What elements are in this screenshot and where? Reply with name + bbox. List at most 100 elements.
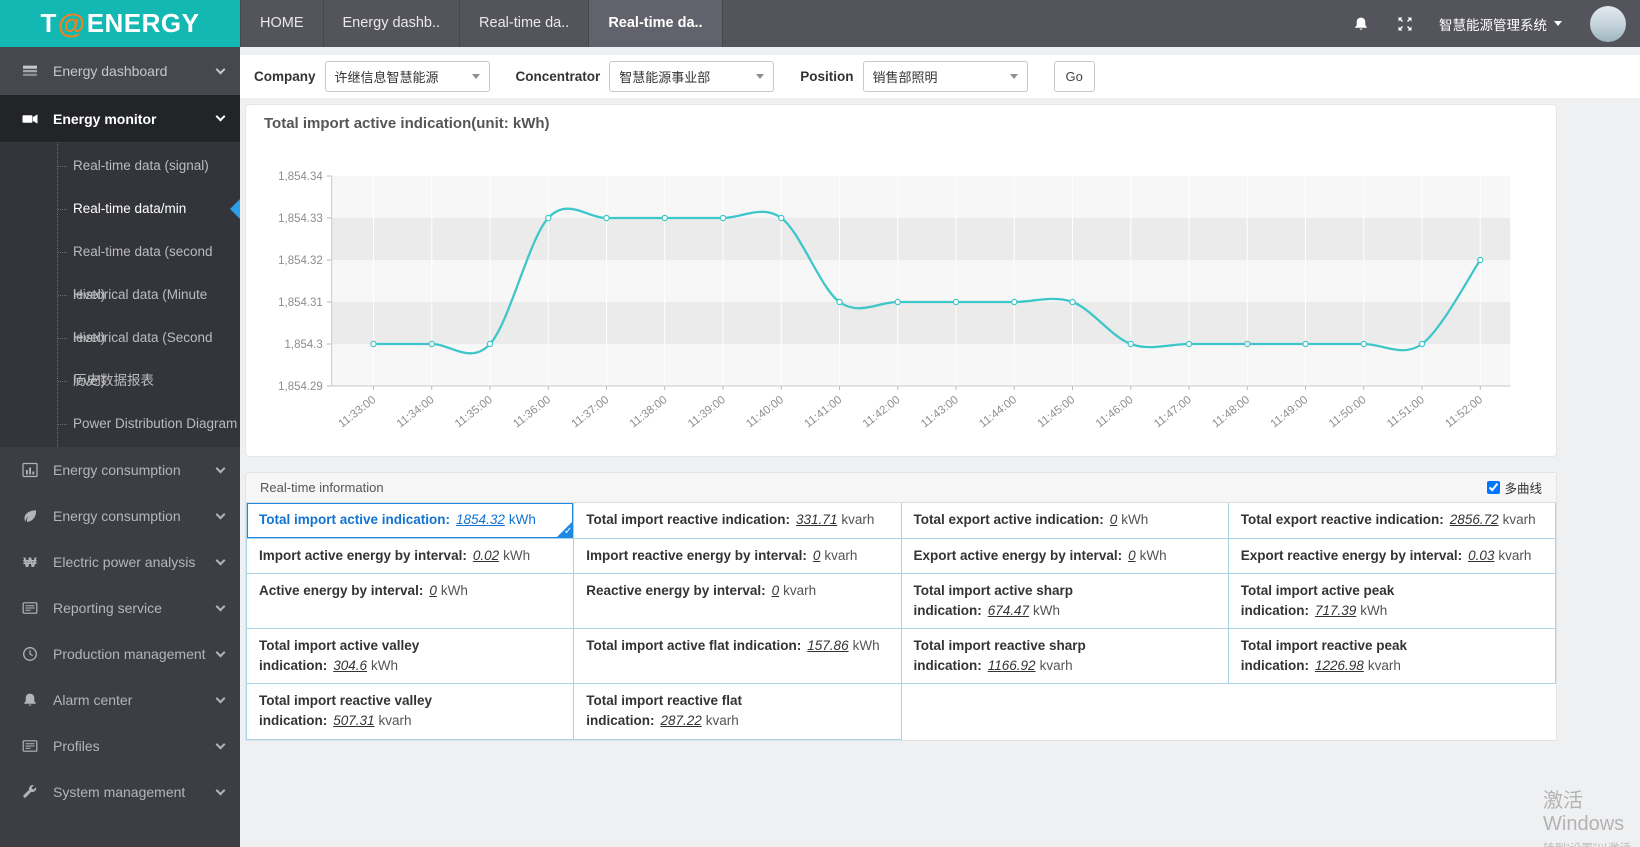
tab-real-time-data-2[interactable]: Real-time da..	[588, 0, 723, 47]
info-cell[interactable]: Reactive energy by interval: 0 kvarh	[574, 574, 902, 630]
sidebar-item-reporting-service[interactable]: Reporting service	[0, 585, 240, 631]
info-cell[interactable]: Total import reactive peak indication: 12…	[1228, 629, 1556, 685]
chevron-down-icon	[215, 555, 226, 565]
sidebar-item-energy-consumption-1[interactable]: Energy consumption	[0, 447, 240, 493]
avatar[interactable]	[1590, 5, 1626, 42]
info-unit: kvarh	[824, 547, 858, 563]
tab-home[interactable]: HOME	[240, 0, 323, 47]
info-value[interactable]: 0.03	[1468, 548, 1494, 563]
watermark-line2: 转到“设置”以激活 Windows。	[1543, 840, 1640, 847]
go-button[interactable]: Go	[1053, 61, 1095, 92]
info-value[interactable]: 0	[772, 583, 780, 598]
position-select[interactable]: 销售部照明	[862, 61, 1028, 92]
info-cell[interactable]: Export reactive energy by interval: 0.03 k…	[1228, 538, 1556, 575]
sidebar-item-energy-consumption-2[interactable]: Energy consumption	[0, 493, 240, 539]
sidebar-subitem-power-distribution-diagram[interactable]: Power Distribution Diagram	[0, 402, 240, 445]
system-menu[interactable]: 智慧能源管理系统	[1439, 14, 1562, 34]
sidebar-item-label: System management	[53, 784, 186, 800]
info-cell[interactable]: Total import reactive indication: 331.71 k…	[574, 503, 902, 539]
sidebar-subitem-historical-second[interactable]: Historical data (Second level)	[0, 316, 240, 388]
multi-curve-checkbox[interactable]: 多曲线	[1487, 478, 1542, 497]
info-value[interactable]: 331.71	[796, 512, 837, 527]
sidebar-subitem-realtime-second[interactable]: Real-time data (second level)	[0, 230, 240, 302]
info-value[interactable]: 287.22	[661, 713, 702, 728]
info-value[interactable]: 0	[813, 548, 821, 563]
info-unit: kWh	[1033, 602, 1061, 618]
svg-text:1,854.32: 1,854.32	[278, 255, 323, 267]
info-unit: kvarh	[841, 512, 875, 527]
logo[interactable]: T @ ENERGY	[0, 0, 240, 47]
info-cell[interactable]: Active energy by interval: 0 kWh	[247, 574, 575, 630]
svg-text:11:51:00: 11:51:00	[1385, 394, 1427, 431]
info-value[interactable]: 674.47	[988, 603, 1029, 618]
info-value[interactable]: 1226.98	[1315, 658, 1364, 673]
info-value[interactable]: 0	[1110, 512, 1118, 527]
info-value[interactable]: 507.31	[333, 713, 374, 728]
info-value[interactable]: 1854.32	[456, 512, 505, 527]
info-cell[interactable]: Total import reactive valley indication:…	[247, 684, 575, 740]
info-label: Total export active indication:	[913, 512, 1104, 527]
sidebar-subitem-realtime-signal[interactable]: Real-time data (signal)	[0, 144, 240, 187]
info-value[interactable]: 0.02	[473, 548, 499, 563]
svg-text:11:45:00: 11:45:00	[1036, 394, 1078, 431]
info-unit: kvarh	[1367, 657, 1401, 673]
tab-real-time-data-1[interactable]: Real-time da..	[459, 0, 588, 47]
sidebar-subitem-historical-minute[interactable]: Historical data (Minute level)	[0, 273, 240, 345]
sidebar-subitem-history-report[interactable]: 历史数据报表	[0, 359, 240, 402]
info-cell[interactable]: Total import active indication: 1854.32 kW…	[247, 503, 575, 539]
info-cell[interactable]: Total import active flat indication: 157.…	[574, 629, 902, 685]
sidebar-item-energy-dashboard[interactable]: Energy dashboard	[0, 47, 240, 95]
info-cell[interactable]: Export active energy by interval: 0 kWh	[901, 538, 1229, 575]
info-cell[interactable]: Total import active peak indication: 717.…	[1228, 574, 1556, 630]
fullscreen-icon[interactable]	[1383, 16, 1427, 32]
sidebar-item-system-management[interactable]: System management	[0, 769, 240, 815]
info-value[interactable]: 0	[1128, 548, 1136, 563]
info-unit: kWh	[508, 512, 536, 527]
info-cell[interactable]: Total import reactive sharp indication: 1…	[901, 629, 1229, 685]
bar-chart-icon	[20, 462, 40, 478]
filter-bar: Company 许继信息智慧能源 Concentrator 智慧能源事业部 Po…	[240, 55, 1640, 98]
svg-text:11:34:00: 11:34:00	[395, 394, 437, 431]
info-cell[interactable]: Total import reactive flat indication: 28…	[574, 684, 902, 740]
sidebar-item-energy-monitor[interactable]: Energy monitor	[0, 95, 240, 142]
chevron-down-icon	[215, 647, 226, 657]
company-select[interactable]: 许继信息智慧能源	[324, 61, 490, 92]
info-cell[interactable]: Total import active valley indication: 30…	[247, 629, 575, 685]
sidebar-item-electric-power-analysis[interactable]: ₩ Electric power analysis	[0, 539, 240, 585]
concentrator-select-value: 智慧能源事业部	[619, 70, 711, 85]
info-cell[interactable]: Import reactive energy by interval: 0 kvar…	[574, 538, 902, 575]
notifications-bell-icon[interactable]	[1339, 16, 1383, 32]
info-value[interactable]: 304.6	[333, 658, 367, 673]
info-cell[interactable]: Total import active sharp indication: 674…	[901, 574, 1229, 630]
svg-text:11:33:00: 11:33:00	[337, 394, 379, 431]
info-cell[interactable]: Import active energy by interval: 0.02 kWh	[247, 538, 575, 575]
info-unit: kWh	[440, 583, 468, 599]
multi-curve-input[interactable]	[1487, 481, 1501, 494]
info-label: Reactive energy by interval:	[586, 583, 766, 599]
concentrator-select[interactable]: 智慧能源事业部	[609, 61, 775, 92]
realtime-info-table: Total import active indication: 1854.32 kW…	[246, 503, 1556, 740]
clock-icon	[20, 646, 40, 662]
svg-text:11:35:00: 11:35:00	[453, 394, 495, 431]
svg-text:11:38:00: 11:38:00	[628, 394, 670, 431]
info-value[interactable]: 717.39	[1315, 603, 1356, 618]
sidebar-item-production-management[interactable]: Production management	[0, 631, 240, 677]
info-value[interactable]: 2856.72	[1450, 512, 1499, 527]
chevron-down-icon	[215, 64, 226, 74]
chevron-down-icon	[215, 739, 226, 749]
sidebar-subitem-realtime-min[interactable]: Real-time data/min	[0, 187, 240, 230]
info-cell[interactable]: Total export reactive indication: 2856.72…	[1228, 503, 1556, 539]
tab-energy-dashboard[interactable]: Energy dashb..	[322, 0, 460, 47]
info-value[interactable]: 0	[429, 583, 437, 598]
line-chart[interactable]: 1,854.29 1,854.3 1,854.31 1,854.32 1,854.33 1…	[264, 134, 1538, 452]
info-value[interactable]: 1166.92	[988, 658, 1036, 673]
info-cell[interactable]: Total export active indication: 0 kWh	[901, 503, 1229, 539]
sidebar-item-label: Profiles	[53, 738, 100, 754]
sidebar-item-alarm-center[interactable]: Alarm center	[0, 677, 240, 723]
info-value[interactable]: 157.86	[807, 638, 848, 653]
profiles-list-icon	[20, 738, 40, 754]
leaf-icon	[20, 508, 40, 524]
svg-text:1,854.31: 1,854.31	[278, 297, 323, 309]
info-label: Total import active indication:	[259, 512, 451, 527]
sidebar-item-profiles[interactable]: Profiles	[0, 723, 240, 769]
